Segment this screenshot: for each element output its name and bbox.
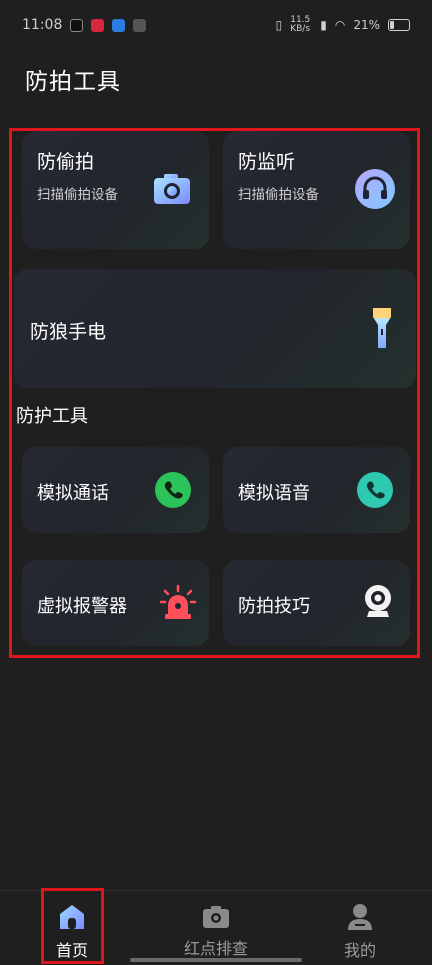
home-indicator[interactable] — [130, 958, 302, 962]
app-blue-icon — [112, 18, 126, 32]
net-speed: 11.5 KB/s — [290, 15, 311, 34]
nav-mine-label: 我的 — [343, 941, 376, 960]
status-right: ▯ 11.5 KB/s ▮ ◠ 21% — [276, 16, 410, 34]
app-gray-icon — [133, 18, 147, 32]
status-time: 11:08 — [22, 17, 63, 33]
sim-icon: ▮ — [320, 18, 327, 32]
status-bar: 11:08 ▯ 11.5 KB/s ▮ ◠ 21% — [0, 0, 432, 50]
user-icon — [348, 904, 372, 930]
battery-icon — [388, 19, 410, 31]
status-left: 11:08 — [22, 17, 147, 33]
nav-red-dot-check[interactable]: 红点排查 — [176, 891, 256, 965]
page-title: 防拍工具 — [25, 69, 121, 95]
nav-red-dot-label: 红点排查 — [183, 939, 248, 958]
vibrate-icon: ▯ — [275, 18, 283, 32]
app-red-icon — [91, 18, 105, 32]
camera-icon — [203, 906, 229, 928]
nav-home-highlight — [41, 888, 104, 964]
wifi-icon: ◠ — [334, 18, 346, 32]
battery-level: 21% — [353, 18, 380, 32]
nav-mine[interactable]: 我的 — [330, 891, 390, 965]
highlight-box — [9, 128, 420, 658]
tiktok-icon — [70, 18, 84, 32]
